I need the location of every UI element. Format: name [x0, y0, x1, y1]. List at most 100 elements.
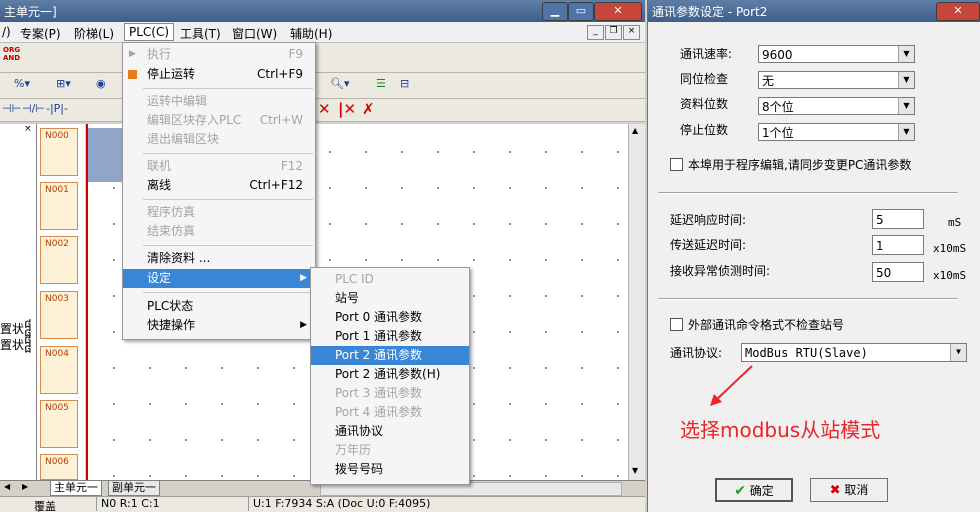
databits-value: 8个位 [762, 100, 794, 114]
baud-select[interactable]: 9600 ▼ [758, 45, 915, 63]
parity-select[interactable]: 无 ▼ [758, 71, 915, 89]
menu-save-block[interactable]: 编辑区块存入PLC Ctrl+W [123, 111, 315, 130]
menu-run[interactable]: ▶ 执行 F9 [123, 45, 315, 64]
menu-online-edit[interactable]: 运转中编辑 [123, 92, 315, 111]
delete-row-icon[interactable]: ✗ [362, 100, 375, 118]
tree-tool-icon[interactable]: ⊟ [400, 77, 409, 90]
rung-label[interactable]: N000 [40, 128, 78, 176]
rung-label[interactable]: N005 [40, 400, 78, 448]
delay-label: 延迟响应时间: [670, 213, 747, 227]
baud-value: 9600 [762, 48, 793, 62]
submenu-port3[interactable]: Port 3 通讯参数 [311, 384, 469, 403]
search-tool-icon[interactable]: 🔍︎▾ [330, 77, 350, 90]
contact-no-icon[interactable]: ⊣⊢ [2, 102, 21, 115]
chevron-down-icon: ▼ [898, 98, 914, 114]
submenu-port1[interactable]: Port 1 通讯参数 [311, 327, 469, 346]
maximize-button[interactable]: ▭ [568, 2, 594, 21]
ext-cmd-checkbox[interactable] [670, 318, 683, 331]
mdi-restore-icon[interactable]: ❐ [605, 25, 622, 40]
tab-main-unit[interactable]: 主单元一 [50, 481, 102, 496]
sync-checkbox[interactable] [670, 158, 683, 171]
toolbar-ladder: ⊣⊢ ⊣/⊢ -|P|- ✕ |✕ ✗ [0, 99, 645, 122]
network-tool-icon[interactable]: ⊞▾ [56, 77, 71, 90]
tx-delay-unit: x10mS [933, 242, 967, 255]
rung-label[interactable]: N002 [40, 236, 78, 284]
menu-settings[interactable]: 设定 ▶ [123, 269, 315, 288]
menu-plc-status[interactable]: PLC状态 [123, 297, 315, 316]
rx-timeout-label: 接收异常侦测时间: [670, 264, 771, 278]
tx-delay-input[interactable]: 1 [872, 235, 924, 255]
tab-scroll-left-icon[interactable]: ◀ [4, 482, 10, 491]
menu-quick-ops[interactable]: 快捷操作 ▶ [123, 316, 315, 335]
delete-icon[interactable]: ✕ [318, 100, 331, 118]
minimize-button[interactable]: ▁ [542, 2, 568, 21]
menu-item-plc[interactable]: PLC(C) [124, 23, 175, 41]
org-and-button[interactable]: ORG AND [3, 46, 23, 68]
tab-scroll-right-icon[interactable]: ▶ [22, 482, 28, 491]
submenu-protocol[interactable]: 通讯协议 [311, 422, 469, 441]
status-bar: 覆盖 N0 R:1 C:1 U:1 F:7934 S:A (Doc U:0 F:… [0, 496, 645, 512]
contact-p-icon[interactable]: -|P|- [46, 102, 68, 115]
menu-item-window[interactable]: 窗口(W) [232, 25, 277, 42]
tab-sub-unit[interactable]: 副单元一 [108, 481, 160, 496]
submenu-port2-h[interactable]: Port 2 通讯参数(H) [311, 365, 469, 384]
submenu-dial-number[interactable]: 拨号号码 [311, 460, 469, 479]
scroll-down-icon[interactable]: ▼ [632, 466, 638, 475]
menu-stop[interactable]: 停止运转 Ctrl+F9 [123, 65, 315, 84]
stop-icon [128, 70, 137, 79]
delay-input[interactable]: 5 [872, 209, 924, 229]
dialog-title: 通讯参数设定 - Port2 [652, 5, 768, 19]
dialog-close-button[interactable]: ✕ [936, 2, 980, 21]
rung-label[interactable]: N004 [40, 346, 78, 394]
rx-timeout-input[interactable]: 50 [872, 262, 924, 282]
mdi-minimize-icon[interactable]: _ [587, 25, 604, 40]
ok-label: 确定 [749, 484, 774, 498]
close-button[interactable]: ✕ [594, 2, 642, 21]
mdi-controls: _ ❐ × [587, 25, 640, 40]
submenu-port4[interactable]: Port 4 通讯参数 [311, 403, 469, 422]
pane-close-icon[interactable]: × [24, 124, 32, 134]
stopbits-select[interactable]: 1个位 ▼ [758, 123, 915, 141]
submenu-port0[interactable]: Port 0 通讯参数 [311, 308, 469, 327]
percent-tool-icon[interactable]: %▾ [14, 77, 30, 90]
stopbits-value: 1个位 [762, 126, 794, 140]
delete-column-icon[interactable]: |✕ [338, 100, 356, 118]
status-position: N0 R:1 C:1 [96, 497, 241, 511]
submenu-station-no[interactable]: 站号 [311, 289, 469, 308]
menu-item-help[interactable]: 辅助(H) [290, 25, 332, 42]
pane-text-2: 置状᧰ [0, 338, 32, 352]
submenu-port2[interactable]: Port 2 通讯参数 [311, 346, 469, 365]
menu-simulate[interactable]: 程序仿真 [123, 203, 315, 222]
submenu-calendar[interactable]: 万年历 [311, 441, 469, 460]
ok-button[interactable]: ✔ 确定 [715, 478, 793, 502]
contact-nc-icon[interactable]: ⊣/⊢ [22, 102, 45, 115]
menu-item-tools[interactable]: 工具(T) [180, 25, 221, 42]
databits-label: 资料位数 [680, 97, 729, 111]
rung-label[interactable]: N006 [40, 454, 78, 480]
menu-separator [143, 292, 313, 293]
protocol-select[interactable]: ModBus RTU(Slave) ▼ [741, 343, 967, 362]
cancel-button[interactable]: ✖ 取消 [810, 478, 888, 502]
menu-item-partial[interactable]: /) [2, 25, 11, 39]
chevron-down-icon: ▼ [898, 46, 914, 62]
menu-end-simulate[interactable]: 结束仿真 [123, 222, 315, 241]
menu-separator [143, 245, 313, 246]
monitor-tool-icon[interactable]: ◉ [96, 77, 106, 90]
baud-label: 通讯速率: [680, 47, 733, 61]
vertical-scrollbar[interactable]: ▲ ▼ [628, 124, 645, 480]
ext-cmd-checkbox-label: 外部通讯命令格式不检查站号 [688, 318, 845, 332]
list-tool-icon[interactable]: ☰ [376, 77, 386, 90]
rung-label[interactable]: N003 [40, 291, 78, 339]
parity-label: 同位检查 [680, 72, 729, 86]
submenu-plc-id[interactable]: PLC ID [311, 270, 469, 289]
menu-item-project[interactable]: 专案(P) [20, 25, 61, 42]
scroll-up-icon[interactable]: ▲ [632, 126, 638, 135]
menu-exit-block[interactable]: 退出编辑区块 [123, 130, 315, 149]
rung-label[interactable]: N001 [40, 182, 78, 230]
menu-clear-data[interactable]: 清除资料 ... [123, 249, 315, 268]
menu-offline[interactable]: 离线 Ctrl+F12 [123, 176, 315, 195]
menu-item-ladder[interactable]: 阶梯(L) [74, 25, 114, 42]
menu-connect[interactable]: 联机 F12 [123, 157, 315, 176]
mdi-close-icon[interactable]: × [623, 25, 640, 40]
databits-select[interactable]: 8个位 ▼ [758, 97, 915, 115]
